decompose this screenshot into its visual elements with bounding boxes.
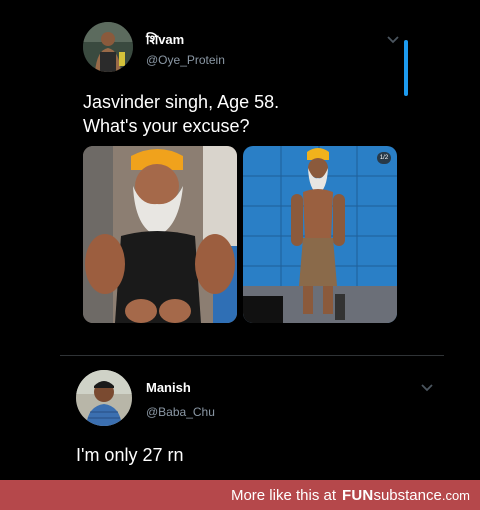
tweet-photo-2[interactable]: 1/2 — [243, 146, 397, 323]
brand-substance: substance — [373, 486, 442, 504]
footer-prefix: More like this at — [230, 486, 336, 504]
tweet-original[interactable]: शिvam @Oye_Protein Jasvinder singh, Age … — [0, 0, 480, 355]
avatar[interactable] — [83, 22, 133, 72]
scrollbar[interactable] — [404, 40, 408, 96]
tweet-text-line-2: What's your excuse? — [83, 116, 250, 136]
photo-count-badge: 1/2 — [377, 152, 391, 164]
tweet-photo-1[interactable] — [83, 146, 237, 323]
author-name[interactable]: शिvam — [146, 30, 184, 48]
tweet-reply[interactable]: Manish @Baba_Chu I'm only 27 rn — [0, 356, 480, 480]
author-handle[interactable]: @Oye_Protein — [146, 53, 225, 67]
avatar[interactable] — [76, 370, 132, 426]
brand-fun: FUN — [342, 486, 374, 504]
author-name[interactable]: Manish — [146, 380, 191, 395]
tweet-text-line-1: Jasvinder singh, Age 58. — [83, 92, 280, 112]
brand-tld: .com — [441, 487, 470, 503]
chevron-down-icon[interactable] — [418, 378, 436, 396]
chevron-down-icon[interactable] — [384, 30, 402, 48]
author-handle[interactable]: @Baba_Chu — [146, 405, 215, 419]
tweet-text: I'm only 27 rn — [76, 445, 184, 465]
footer-banner[interactable]: More like this at FUN substance .com — [0, 480, 480, 510]
